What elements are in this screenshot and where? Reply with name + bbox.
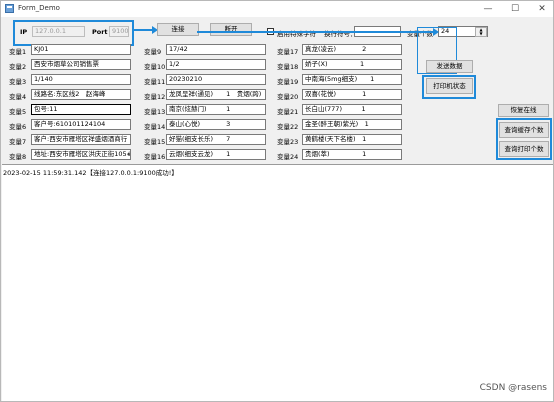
- var-label: 变量17: [277, 48, 299, 56]
- var-input[interactable]: 1/2: [166, 59, 266, 70]
- var-input[interactable]: 1/140: [31, 74, 131, 85]
- var-label: 变量1: [9, 48, 27, 56]
- var-label: 变量23: [277, 138, 299, 146]
- var-label: 变量13: [144, 108, 166, 116]
- var-input[interactable]: 金圣(醉王朝)紫光) 1: [302, 119, 402, 130]
- var-count-arrow-icon: [197, 28, 439, 36]
- query-print-button[interactable]: 查询打印个数: [499, 141, 549, 157]
- var-input[interactable]: 云烟(细支云龙) 1: [166, 149, 266, 160]
- app-icon: [5, 4, 14, 13]
- send-data-button[interactable]: 发送数据: [426, 60, 473, 73]
- var-label: 变量3: [9, 78, 27, 86]
- var-label: 变量15: [144, 138, 166, 146]
- printer-status-button[interactable]: 打印机状态: [426, 78, 473, 94]
- var-label: 变量10: [144, 63, 166, 71]
- var-input[interactable]: 贵烟(萃) 1: [302, 149, 402, 160]
- var-label: 变量4: [9, 93, 27, 101]
- var-input[interactable]: 线路名:东区线2 赵海峰: [31, 89, 131, 100]
- var-label: 变量19: [277, 78, 299, 86]
- connect-button[interactable]: 连接: [157, 23, 199, 36]
- var-input[interactable]: 泰山(心悦) 3: [166, 119, 266, 130]
- var-label: 变量21: [277, 108, 299, 116]
- var-input[interactable]: 真龙(凌云) 2: [302, 44, 402, 55]
- title-bar: Form_Demo — ☐ ✕: [1, 1, 553, 17]
- var-input[interactable]: 中南海(5mg细支) 1: [302, 74, 402, 85]
- query-cache-button[interactable]: 查询缓存个数: [499, 122, 549, 138]
- recover-online-button[interactable]: 恢复在线: [498, 104, 549, 117]
- var-label: 变量9: [144, 48, 162, 56]
- main-window: Form_Demo — ☐ ✕ IP 127.0.0.1 Port 9100 连…: [0, 0, 554, 402]
- maximize-button[interactable]: ☐: [502, 1, 528, 17]
- var-input[interactable]: 龙凤呈祥(通见) 1 贵烟(跨): [166, 89, 266, 100]
- var-input[interactable]: 17/42: [166, 44, 266, 55]
- var-input[interactable]: 黄鹤楼(天下名楼) 1: [302, 134, 402, 145]
- var-input[interactable]: 南京(炫赫门) 1: [166, 104, 266, 115]
- var-input[interactable]: 客户:西安市雁塔区祥盛烟酒商行: [31, 134, 131, 145]
- var-label: 变量7: [9, 138, 27, 146]
- connect-arrow-icon: [134, 26, 158, 34]
- var-input[interactable]: KJ01: [31, 44, 131, 55]
- log-output[interactable]: 2023-02-15 11:59:31.142【连接127.0.0.1:9100…: [2, 164, 553, 401]
- minimize-button[interactable]: —: [475, 1, 501, 17]
- var-label: 变量2: [9, 63, 27, 71]
- var-label: 变量20: [277, 93, 299, 101]
- window-title: Form_Demo: [18, 4, 60, 12]
- var-input[interactable]: 长白山(777) 1: [302, 104, 402, 115]
- var-label: 变量18: [277, 63, 299, 71]
- var-input[interactable]: 客户号:610101124104: [31, 119, 131, 130]
- var-input[interactable]: 20230210: [166, 74, 266, 85]
- var-input[interactable]: 包号:11: [31, 104, 131, 115]
- watermark: CSDN @rasens: [479, 383, 547, 393]
- connection-highlight: [13, 20, 134, 46]
- var-label: 变量22: [277, 123, 299, 131]
- var-input[interactable]: 地址:西安市雁塔区洪庆正街105#: [31, 149, 131, 160]
- var-label: 变量6: [9, 123, 27, 131]
- var-label: 变量11: [144, 78, 166, 86]
- var-input[interactable]: 西安市烟草公司销售票: [31, 59, 131, 70]
- var-label: 变量12: [144, 93, 166, 101]
- var-label: 变量16: [144, 153, 166, 161]
- var-label: 变量5: [9, 108, 27, 116]
- log-line: 2023-02-15 11:59:31.142【连接127.0.0.1:9100…: [3, 169, 178, 177]
- var-label: 变量24: [277, 153, 299, 161]
- var-label: 变量8: [9, 153, 27, 161]
- var-input[interactable]: 双喜(花悦) 1: [302, 89, 402, 100]
- var-label: 变量14: [144, 123, 166, 131]
- var-count-spinner[interactable]: ▲ ▼: [475, 27, 487, 37]
- close-button[interactable]: ✕: [529, 1, 553, 17]
- var-input[interactable]: 娇子(X) 1: [302, 59, 402, 70]
- var-input[interactable]: 好猫(细支长乐) 7: [166, 134, 266, 145]
